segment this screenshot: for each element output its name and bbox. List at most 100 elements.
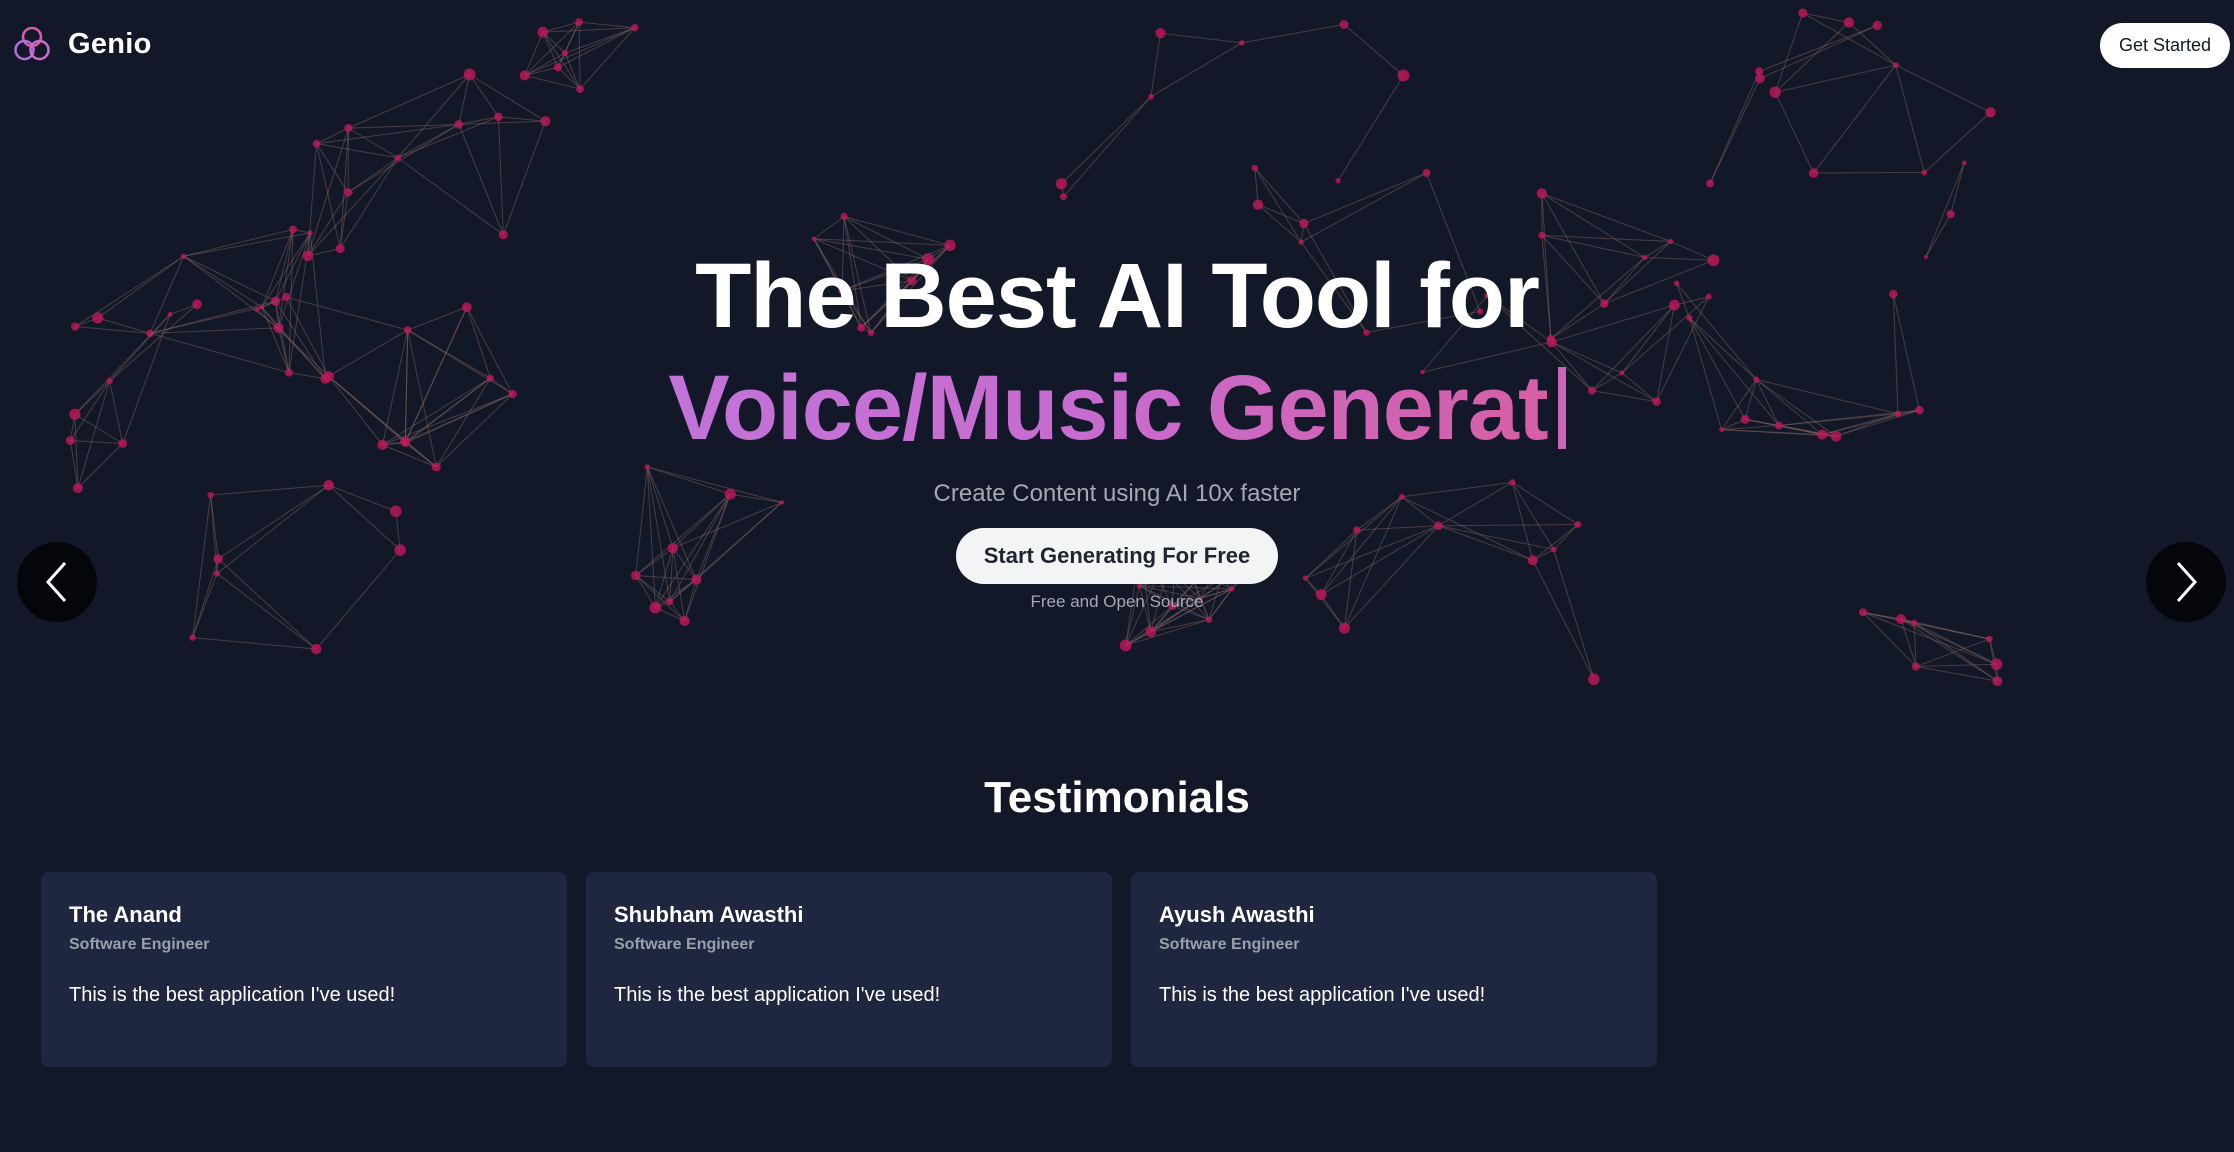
network-edge — [347, 157, 399, 193]
network-edge — [1541, 193, 1671, 242]
network-node — [289, 225, 297, 234]
network-edge — [339, 157, 399, 249]
network-edge — [1900, 618, 1998, 682]
network-node — [312, 139, 321, 148]
network-node — [311, 643, 322, 655]
network-edge — [316, 127, 349, 145]
network-edge — [1914, 622, 1990, 640]
network-edge — [1337, 75, 1404, 181]
network-edge — [1900, 618, 1997, 665]
network-edge — [1300, 172, 1427, 243]
network-edge — [1862, 612, 1917, 667]
hero-note: Free and Open Source — [1030, 592, 1204, 611]
network-node — [1706, 179, 1715, 188]
network-edge — [1988, 638, 1998, 665]
testimonial-role: Software Engineer — [614, 936, 755, 953]
network-edge — [397, 116, 499, 159]
network-node — [1252, 199, 1264, 210]
network-node — [1536, 188, 1548, 199]
network-node — [307, 230, 313, 236]
testimonial-name: Ayush Awasthi — [1159, 902, 1315, 927]
network-edge — [813, 216, 845, 240]
chevron-left-icon — [45, 561, 67, 603]
testimonial-cards: The Anand Software Engineer This is the … — [41, 872, 1657, 1067]
network-node — [1911, 619, 1918, 627]
network-edge — [498, 116, 546, 122]
network-edge — [339, 128, 349, 249]
network-edge — [1862, 611, 1902, 620]
network-node — [344, 123, 353, 133]
testimonial-card: Ayush Awasthi Software Engineer This is … — [1131, 872, 1657, 1067]
testimonial-name: Shubham Awasthi — [614, 902, 804, 927]
network-edge — [397, 157, 504, 236]
network-node — [1335, 177, 1341, 184]
network-node — [1986, 635, 1993, 643]
testimonial-quote: This is the best application I've used! — [69, 984, 396, 1006]
testimonial-quote: This is the best application I've used! — [614, 984, 941, 1006]
network-node — [1055, 178, 1067, 190]
network-node — [1148, 93, 1154, 100]
network-edge — [1915, 663, 1997, 668]
network-edge — [348, 123, 459, 129]
landing-page: Genio Get Started The Best AI Tool for V… — [0, 0, 2234, 1152]
carousel-prev-button[interactable] — [17, 542, 97, 622]
network-edge — [1913, 622, 1998, 682]
network-edge — [316, 143, 398, 159]
network-node — [1251, 164, 1259, 172]
network-node — [1205, 616, 1213, 623]
network-edge — [1915, 666, 1998, 682]
network-edge — [1996, 664, 1998, 682]
network-edge — [292, 228, 311, 234]
network-node — [1985, 107, 1996, 118]
network-node — [840, 212, 848, 221]
testimonial-card: The Anand Software Engineer This is the … — [41, 872, 567, 1067]
network-node — [1946, 210, 1955, 219]
network-edge — [1060, 183, 1064, 197]
network-node — [1911, 662, 1921, 671]
network-edge — [1060, 96, 1152, 185]
network-edge — [1950, 162, 1965, 215]
network-edge — [192, 637, 317, 650]
network-node — [498, 230, 508, 240]
network-node — [1299, 218, 1309, 229]
network-edge — [1774, 92, 1815, 174]
hero-section: The Best AI Tool for Voice/Music Generat… — [0, 240, 2234, 612]
network-edge — [1257, 204, 1302, 243]
network-edge — [397, 123, 460, 159]
network-edge — [1915, 638, 1990, 668]
testimonial-role: Software Engineer — [1159, 936, 1300, 953]
hero-typed-text: Voice/Music Generat — [668, 352, 1548, 464]
network-node — [540, 116, 551, 127]
network-node — [494, 112, 503, 122]
network-edge — [1254, 168, 1259, 205]
network-node — [1895, 613, 1906, 624]
three-rings-logo-icon — [14, 26, 50, 61]
network-node — [1921, 169, 1928, 176]
network-edge — [1125, 619, 1210, 646]
network-node — [1059, 193, 1067, 201]
typing-cursor — [1557, 367, 1566, 449]
get-started-button[interactable]: Get Started — [2100, 23, 2230, 68]
network-node — [1588, 673, 1600, 686]
network-edge — [458, 124, 504, 235]
testimonial-name: The Anand — [69, 902, 182, 927]
network-node — [1422, 169, 1431, 177]
network-edge — [1254, 167, 1302, 243]
network-node — [189, 634, 196, 641]
network-edge — [1900, 618, 1990, 640]
network-node — [1538, 231, 1546, 239]
network-node — [343, 188, 353, 197]
network-edge — [1063, 96, 1152, 198]
network-node — [1808, 168, 1819, 178]
brand[interactable]: Genio — [12, 24, 152, 64]
hero-title-accent-line: Voice/Music Generat — [0, 352, 2234, 464]
start-generating-button[interactable]: Start Generating For Free — [955, 528, 1279, 584]
network-edge — [1988, 638, 1998, 682]
carousel-next-button[interactable] — [2146, 542, 2226, 622]
network-edge — [1862, 611, 1915, 624]
network-edge — [347, 123, 460, 193]
network-edge — [1913, 622, 1917, 667]
network-edge — [316, 123, 459, 145]
network-node — [394, 154, 402, 162]
chevron-right-icon — [2176, 561, 2198, 603]
